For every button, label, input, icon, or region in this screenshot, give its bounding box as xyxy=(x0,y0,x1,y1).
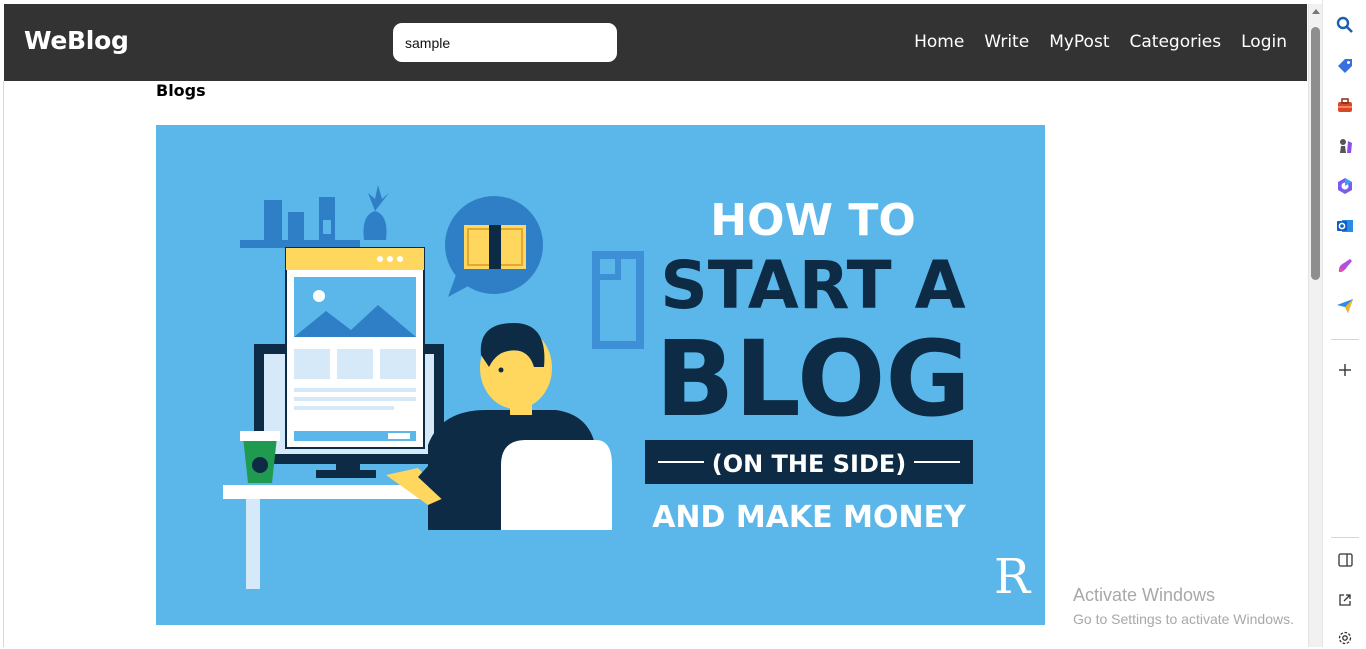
hero-logo-mark: R xyxy=(994,549,1032,605)
hero-illustration: HOW TO START A BLOG (ON THE SIDE) AND MA… xyxy=(223,185,1032,605)
external-link-icon[interactable] xyxy=(1334,589,1356,611)
send-icon[interactable] xyxy=(1334,295,1356,317)
settings-icon[interactable] xyxy=(1334,627,1356,649)
section-title: Blogs xyxy=(156,81,206,100)
outlook-icon[interactable] xyxy=(1334,215,1356,237)
search-icon[interactable] xyxy=(1334,14,1356,36)
activation-watermark-subtitle: Go to Settings to activate Windows. xyxy=(1073,611,1294,627)
nav-home[interactable]: Home xyxy=(914,32,964,52)
nav-write[interactable]: Write xyxy=(984,32,1029,52)
hero-line-4: (ON THE SIDE) xyxy=(712,450,907,478)
designer-icon[interactable] xyxy=(1334,255,1356,277)
nav-mypost[interactable]: MyPost xyxy=(1049,32,1109,52)
hero-line-5: AND MAKE MONEY xyxy=(652,500,967,535)
sidebar-divider xyxy=(1331,537,1359,538)
add-icon[interactable] xyxy=(1334,359,1356,381)
browser-sidebar xyxy=(1322,0,1366,647)
briefcase-icon[interactable] xyxy=(1334,95,1356,117)
scroll-thumb[interactable] xyxy=(1311,27,1320,280)
page-left-edge xyxy=(0,81,4,647)
nav-categories[interactable]: Categories xyxy=(1129,32,1221,52)
scroll-up-arrow[interactable] xyxy=(1312,9,1320,14)
hero-line-2: START A xyxy=(660,247,965,324)
browser-viewport: WeBlog Home Write MyPost Categories Logi… xyxy=(0,0,1308,647)
chess-icon[interactable] xyxy=(1334,135,1356,157)
tag-icon[interactable] xyxy=(1334,55,1356,77)
blog-hero-image[interactable]: HOW TO START A BLOG (ON THE SIDE) AND MA… xyxy=(156,125,1045,625)
sidebar-divider xyxy=(1331,339,1359,340)
hero-line-3: BLOG xyxy=(655,318,971,440)
search-input[interactable] xyxy=(393,23,617,62)
activation-watermark-title: Activate Windows xyxy=(1073,585,1216,605)
vertical-scrollbar[interactable] xyxy=(1308,4,1322,647)
copilot-icon[interactable] xyxy=(1334,175,1356,197)
brand-logo[interactable]: WeBlog xyxy=(24,26,129,55)
navbar: WeBlog Home Write MyPost Categories Logi… xyxy=(4,4,1307,81)
split-screen-icon[interactable] xyxy=(1334,549,1356,571)
nav-login[interactable]: Login xyxy=(1241,32,1287,52)
nav-links: Home Write MyPost Categories Login xyxy=(914,32,1287,52)
hero-line-1: HOW TO xyxy=(710,195,916,246)
